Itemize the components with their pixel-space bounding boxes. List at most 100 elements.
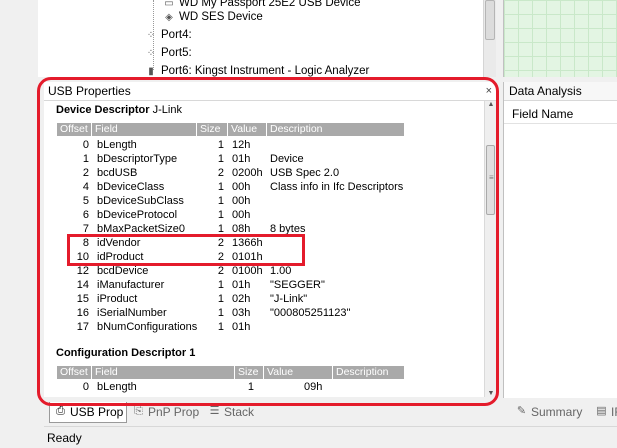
- cell-field: idProduct: [97, 251, 144, 263]
- cell-offset: 2: [82, 167, 89, 179]
- table-row[interactable]: 4 bDeviceClass 1 00h Class info in Ifc Descr…: [57, 180, 407, 194]
- cell-field: bLength: [97, 381, 137, 393]
- header-field: Field: [92, 123, 197, 136]
- cell-field: bMaxPacketSize0: [97, 223, 186, 235]
- tree-item-port6[interactable]: ▮ Port6: Kingst Instrument - Logic Analyz…: [144, 63, 369, 77]
- table-row[interactable]: 14 iManufacturer 1 01h "SEGGER": [57, 278, 407, 292]
- tree-item-wd-ses[interactable]: ◈ WD SES Device: [162, 9, 263, 25]
- usb-properties-title: USB Properties: [48, 84, 131, 98]
- header-description: Description: [267, 123, 405, 136]
- cell-field: iManufacturer: [97, 279, 165, 291]
- cell-size: 1: [217, 321, 224, 333]
- data-analysis-pane: Data Analysis Field Name: [503, 82, 617, 398]
- usb-properties-scrollbar[interactable]: ▲ ≡ ▼: [484, 101, 496, 397]
- table-row[interactable]: 0 bLength 1 09h: [57, 380, 397, 394]
- table-row[interactable]: 7 bMaxPacketSize0 1 08h 8 bytes: [57, 222, 407, 236]
- tab-summary[interactable]: ✎ Summary: [511, 402, 591, 423]
- cell-size: 1: [217, 139, 224, 151]
- cell-field: bDeviceSubClass: [97, 195, 184, 207]
- cell-value: 00h: [232, 209, 251, 221]
- cell-size: 2: [217, 265, 224, 277]
- device-tree[interactable]: ▭ WD My Passport 25E2 USB Device ◈ WD SES …: [38, 0, 496, 77]
- header-value: Value: [264, 366, 333, 379]
- scroll-up-icon[interactable]: ▲: [485, 101, 497, 108]
- summary-icon: ✎: [516, 405, 527, 417]
- cell-offset: 1: [82, 153, 89, 165]
- data-analysis-title: Data Analysis: [504, 82, 617, 101]
- cell-value: 0200h: [232, 167, 263, 179]
- cell-offset: 15: [76, 293, 89, 305]
- port-icon: ⁘: [146, 48, 156, 59]
- cell-offset: 10: [76, 251, 89, 263]
- cell-value: 1366h: [232, 237, 263, 249]
- scroll-down-icon[interactable]: ▼: [485, 390, 497, 397]
- cell-offset: 4: [82, 181, 89, 193]
- header-value: Value: [228, 123, 267, 136]
- cell-value: 00h: [232, 181, 251, 193]
- cell-offset: 0: [82, 381, 89, 393]
- header-description: Description: [333, 366, 405, 379]
- cell-field: idVendor: [97, 237, 141, 249]
- tab-stack[interactable]: ☰ Stack: [204, 402, 264, 423]
- cell-value: 0100h: [232, 265, 263, 277]
- tree-scrollbar[interactable]: [483, 0, 496, 77]
- cell-value: 08h: [232, 223, 251, 235]
- usb-prop-icon: ⎙: [56, 405, 65, 417]
- cell-value: 09h: [304, 381, 323, 393]
- cell-size: 1: [217, 223, 224, 235]
- field-name-column-header[interactable]: Field Name: [504, 104, 617, 124]
- cell-offset: 6: [82, 209, 89, 221]
- cell-description: "J-Link": [270, 293, 308, 305]
- cell-size: 1: [247, 381, 254, 393]
- cell-value: 0101h: [232, 251, 263, 263]
- cell-size: 1: [217, 293, 224, 305]
- tree-scroll-thumb[interactable]: [485, 0, 495, 40]
- tree-item-port4[interactable]: ⁘ Port4:: [144, 27, 192, 43]
- cell-field: iSerialNumber: [97, 307, 167, 319]
- table-row[interactable]: 6 bDeviceProtocol 1 00h: [57, 208, 407, 222]
- usb-scroll-thumb[interactable]: ≡: [486, 145, 495, 215]
- pnp-prop-icon: ⎘: [134, 405, 143, 417]
- close-icon[interactable]: ×: [486, 82, 492, 101]
- cell-value: 01h: [232, 153, 251, 165]
- table-row[interactable]: 2 bcdUSB 2 0200h USB Spec 2.0: [57, 166, 407, 180]
- usb-plug-icon: ▮: [148, 66, 154, 77]
- table-row[interactable]: 16 iSerialNumber 1 03h "000805251123": [57, 306, 407, 320]
- cell-size: 1: [217, 195, 224, 207]
- cell-description: 1.00: [270, 265, 292, 277]
- table-row[interactable]: 0 bLength 1 12h: [57, 138, 407, 152]
- tree-item-port5[interactable]: ⁘ Port5:: [144, 45, 192, 61]
- table-row[interactable]: 15 iProduct 1 02h "J-Link": [57, 292, 407, 306]
- cell-size: 2: [217, 251, 224, 263]
- bottom-tabs-right: ✎Summary ▤IR: [503, 402, 617, 423]
- table-row[interactable]: 10 idProduct 2 0101h: [57, 250, 407, 264]
- device-descriptor-subtitle: J-Link: [152, 104, 182, 116]
- bottom-tabs-left: ⎙ USB Prop ⎘ PnP Prop ☰ Stack: [44, 402, 496, 423]
- header-offset: Offset: [57, 366, 92, 379]
- cell-offset: 5: [82, 195, 89, 207]
- cell-offset: 14: [76, 279, 89, 291]
- tab-ir[interactable]: ▤IR: [591, 402, 617, 423]
- status-text: Ready: [47, 431, 82, 445]
- table-row[interactable]: 12 bcdDevice 2 0100h 1.00: [57, 264, 407, 278]
- usb-properties-header: USB Properties ×: [44, 82, 496, 101]
- cell-offset: 0: [82, 139, 89, 151]
- cell-field: iProduct: [97, 293, 138, 305]
- table-row[interactable]: 17 bNumConfigurations 1 01h: [57, 320, 407, 334]
- table-row[interactable]: 8 idVendor 2 1366h: [57, 236, 407, 250]
- cell-offset: 17: [76, 321, 89, 333]
- port-icon: ⁘: [146, 30, 156, 41]
- tab-usb-prop[interactable]: ⎙ USB Prop: [49, 402, 127, 423]
- table-row[interactable]: 5 bDeviceSubClass 1 00h: [57, 194, 407, 208]
- cell-field: bDeviceClass: [97, 181, 165, 193]
- cell-size: 1: [217, 307, 224, 319]
- tab-pnp-prop[interactable]: ⎘ PnP Prop: [128, 402, 202, 423]
- usb-properties-body: Device Descriptor J-Link Offset Field Si…: [44, 101, 484, 397]
- cell-field: bcdUSB: [97, 167, 138, 179]
- cell-size: 1: [217, 209, 224, 221]
- table-row[interactable]: 1 bDescriptorType 1 01h Device: [57, 152, 407, 166]
- cell-offset: 16: [76, 307, 89, 319]
- device-icon: ◈: [165, 12, 173, 23]
- grid-view: [503, 0, 617, 77]
- cell-size: 2: [217, 167, 224, 179]
